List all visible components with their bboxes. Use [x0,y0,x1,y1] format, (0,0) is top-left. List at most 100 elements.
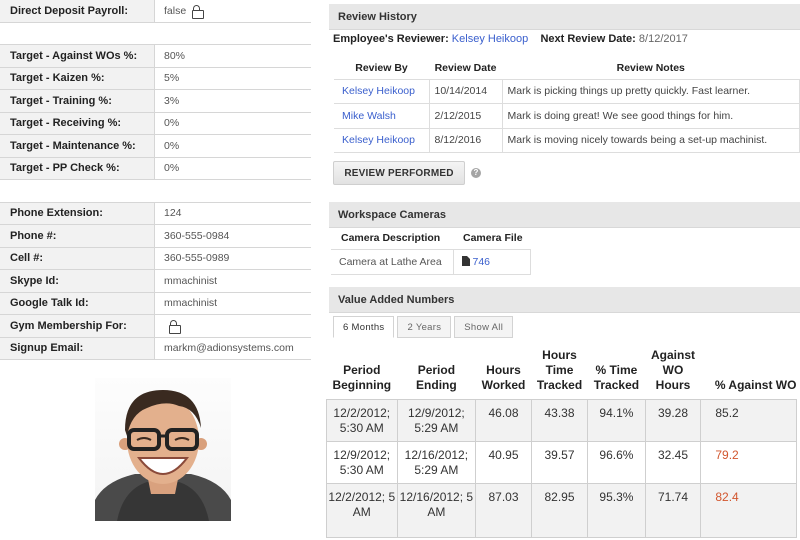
target-row: Target - Kaizen %: 5% [0,67,311,90]
camera-description: Camera at Lathe Area [331,248,454,275]
review-notes: Mark is doing great! We see good things … [501,103,800,129]
table-row: 12/9/2012; 5:30 AM 12/16/2012; 5:29 AM 4… [326,440,797,484]
contact-row: Google Talk Id: mmachinist [0,292,311,315]
contact-row: Skype Id: mmachinist [0,270,311,293]
column-header: Review By [334,57,429,80]
column-header: Period Ending [416,362,457,392]
field-label: Phone #: [0,225,154,247]
period-beginning: 12/2/2012; 5 AM [326,482,398,538]
pct-time-tracked: 95.3% [587,482,646,538]
field-value: mmachinist [154,270,311,292]
field-label: Gym Membership For: [0,315,154,337]
hours-worked: 87.03 [475,482,532,538]
contact-row: Signup Email: markm@adionsystems.com [0,337,311,360]
tab-2-years[interactable]: 2 Years [397,316,452,338]
field-label: Direct Deposit Payroll: [0,0,154,22]
against-wo-hours: 32.45 [644,440,702,484]
table-row: Kelsey Heikoop 10/14/2014 Mark is pickin… [334,78,800,104]
review-history-table: Review By Review Date Review Notes Kelse… [334,57,800,153]
against-wo-hours: 71.74 [644,482,702,538]
review-date: 8/12/2016 [428,127,503,153]
file-icon [461,255,470,266]
review-performed-button[interactable]: REVIEW PERFORMED [333,161,465,185]
table-row: Mike Walsh 2/12/2015 Mark is doing great… [334,103,800,129]
target-row: Target - Training %: 3% [0,90,311,113]
review-meta: Employee's Reviewer: Kelsey Heikoop Next… [333,33,688,45]
field-label: Target - Maintenance %: [0,135,154,157]
column-header: Hours Time Tracked [536,347,583,392]
table-row: Kelsey Heikoop 8/12/2016 Mark is moving … [334,127,800,153]
table-row: Camera at Lathe Area 746 [331,248,531,275]
value-added-header: Value Added Numbers [329,287,800,313]
column-header: % Against WO [714,377,797,392]
lock-icon [191,4,204,19]
value-added-table: Period Beginning Period Ending Hours Wor… [326,343,797,538]
target-row: Target - Against WOs %: 80% [0,45,311,68]
contact-row: Phone #: 360-555-0984 [0,225,311,248]
workspace-cameras-table: Camera Description Camera File Camera at… [331,228,531,275]
period-ending: 12/16/2012; 5 AM [396,482,477,538]
table-row: 12/2/2012; 5:30 AM 12/9/2012; 5:29 AM 46… [326,398,797,442]
target-row: Target - PP Check %: 0% [0,157,311,180]
period-beginning: 12/2/2012; 5:30 AM [326,398,398,442]
field-value: 0% [154,157,311,179]
review-history-header: Review History [329,4,800,30]
field-label: Target - Against WOs %: [0,45,154,67]
field-value: 360-555-0989 [154,247,311,269]
tab-show-all[interactable]: Show All [454,316,514,338]
column-header: Hours Worked [481,362,526,392]
against-wo-hours: 39.28 [644,398,702,442]
row-spacer [0,180,311,203]
next-review-label: Next Review Date: [540,33,636,45]
field-value: mmachinist [154,292,311,314]
reviewer-link[interactable]: Mike Walsh [334,103,430,129]
next-review-date: 8/12/2017 [638,33,688,45]
field-value: markm@adionsystems.com [154,337,311,359]
camera-file-link[interactable]: 746 [452,248,531,275]
field-value: 124 [154,202,311,224]
field-label: Target - Receiving %: [0,112,154,134]
reviewer-label: Employee's Reviewer: [333,33,449,45]
column-header: Camera Description [331,228,453,250]
column-header: Review Notes [502,57,800,80]
review-date: 10/14/2014 [428,78,503,104]
target-row: Target - Maintenance %: 0% [0,135,311,158]
contact-row: Phone Extension: 124 [0,202,311,225]
pct-against-wo: 79.2 [700,440,797,484]
reviewer-link[interactable]: Kelsey Heikoop [334,78,430,104]
field-label: Target - Kaizen %: [0,67,154,89]
pct-time-tracked: 96.6% [587,440,646,484]
hours-worked: 40.95 [475,440,532,484]
column-header: Review Date [429,57,502,80]
field-value: 0% [154,135,311,157]
employee-photo [95,378,231,521]
avatar [95,390,231,521]
field-value: 0% [154,112,311,134]
tab-6-months[interactable]: 6 Months [333,316,395,338]
reviewer-link[interactable]: Kelsey Heikoop [452,33,528,45]
field-label: Phone Extension: [0,202,154,224]
period-beginning: 12/9/2012; 5:30 AM [326,440,398,484]
field-value: 5% [154,67,311,89]
period-ending: 12/9/2012; 5:29 AM [396,398,477,442]
field-label: Target - PP Check %: [0,157,154,179]
row-spacer [0,22,311,45]
pct-time-tracked: 94.1% [587,398,646,442]
field-label: Cell #: [0,247,154,269]
camera-file-id[interactable]: 746 [473,256,491,268]
help-icon[interactable]: ? [471,168,481,178]
lock-icon [168,319,181,334]
field-label: Signup Email: [0,337,154,359]
reviewer-link[interactable]: Kelsey Heikoop [334,127,430,153]
contact-row: Gym Membership For: [0,315,311,338]
pct-against-wo: 82.4 [700,482,797,538]
column-header: Against WO Hours [650,347,695,392]
review-notes: Mark is picking things up pretty quickly… [501,78,800,104]
target-row: Target - Receiving %: 0% [0,112,311,135]
direct-deposit-row: Direct Deposit Payroll: false [0,0,311,23]
field-label: Target - Training %: [0,90,154,112]
field-label: Skype Id: [0,270,154,292]
review-notes: Mark is moving nicely towards being a se… [501,127,800,153]
period-ending: 12/16/2012; 5:29 AM [396,440,477,484]
column-header: % Time Tracked [593,362,640,392]
